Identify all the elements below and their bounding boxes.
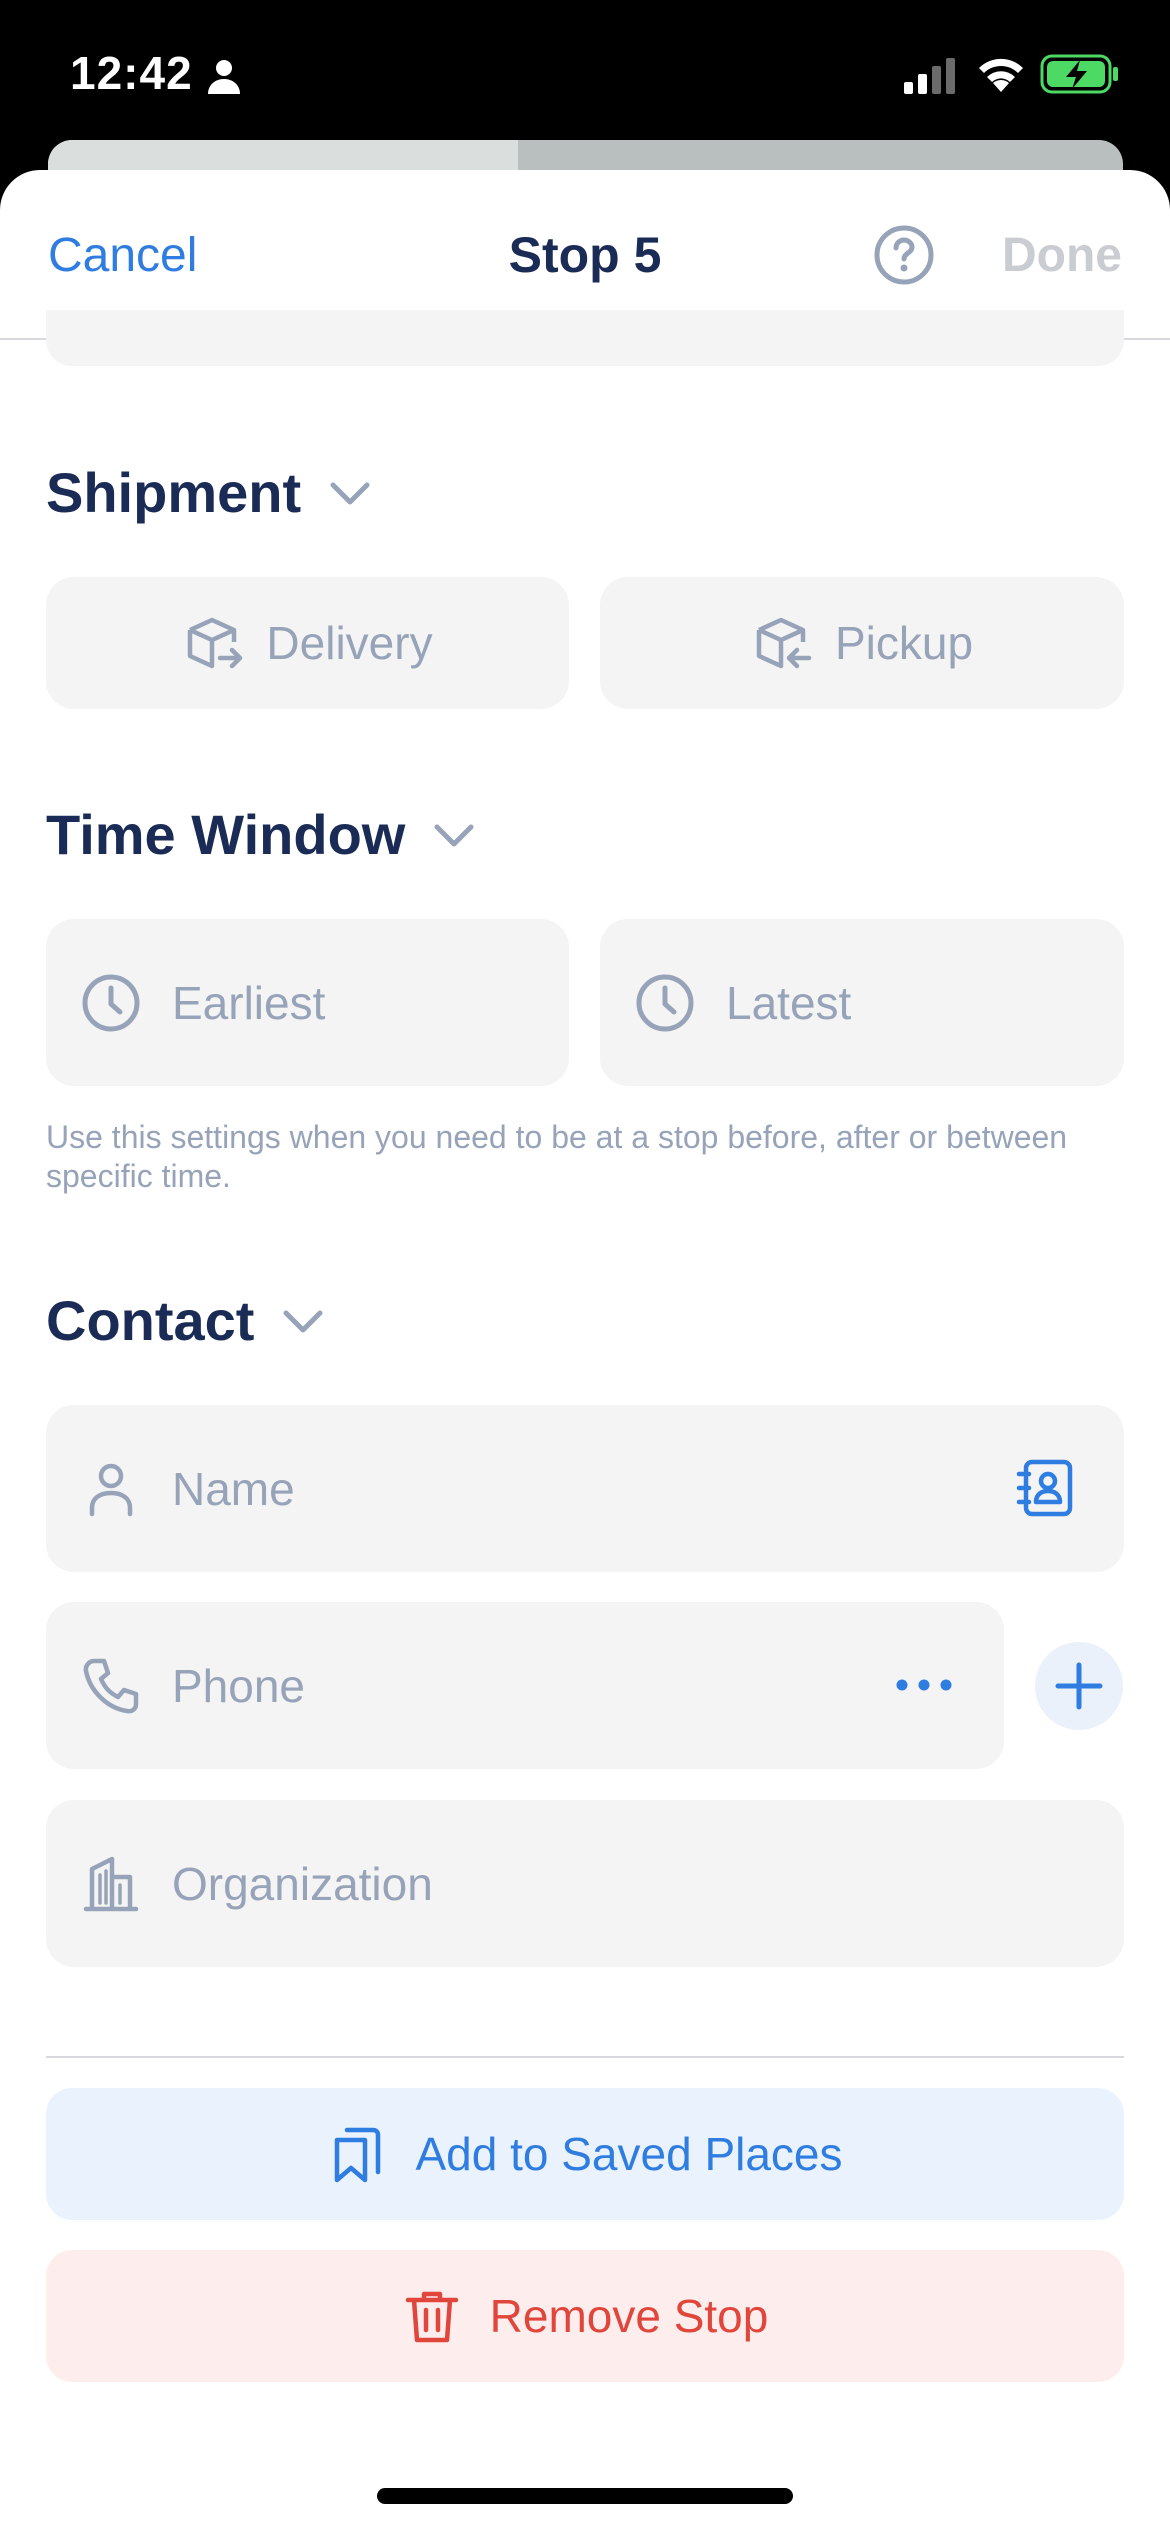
home-indicator (377, 2488, 793, 2504)
contact-name-field[interactable]: Name (46, 1405, 1124, 1572)
trash-icon (405, 2291, 458, 2343)
shipment-section-header[interactable]: Shipment (46, 460, 373, 525)
page-title: Stop 5 (508, 227, 662, 283)
contacts-book-icon[interactable] (1014, 1456, 1078, 1520)
contact-organization-field[interactable]: Organization (46, 1800, 1124, 1967)
pickup-button[interactable]: Pickup (600, 577, 1124, 709)
contact-phone-field[interactable]: Phone (46, 1602, 1004, 1769)
wifi-icon (979, 58, 1023, 92)
done-button[interactable]: Done (1002, 228, 1122, 283)
contact-section-header[interactable]: Contact (46, 1288, 326, 1353)
time-window-title: Time Window (46, 803, 406, 866)
remove-stop-button[interactable]: Remove Stop (46, 2250, 1124, 2382)
divider (46, 2056, 1124, 2058)
cellular-signal-icon (904, 58, 955, 94)
time-window-hint: Use this settings when you need to be at… (46, 1119, 1068, 1194)
add-to-saved-places-button[interactable]: Add to Saved Places (46, 2088, 1124, 2220)
chevron-down-icon (330, 482, 370, 504)
organization-placeholder: Organization (172, 1857, 433, 1910)
building-icon (83, 1856, 139, 1911)
add-phone-button[interactable] (1035, 1642, 1123, 1730)
earliest-time-field[interactable]: Earliest (46, 919, 569, 1086)
shipment-title: Shipment (46, 461, 302, 524)
more-options-icon[interactable] (894, 1675, 954, 1695)
time-window-section-header[interactable]: Time Window (46, 802, 477, 867)
remove-stop-label: Remove Stop (489, 2290, 769, 2342)
person-icon (89, 1463, 133, 1516)
package-delivery-icon (188, 617, 243, 669)
help-icon[interactable] (873, 224, 935, 286)
status-bar: 12:42 (0, 0, 1170, 150)
plus-icon (1055, 1662, 1103, 1710)
earliest-label: Earliest (172, 976, 326, 1029)
chevron-down-icon (434, 824, 474, 846)
stop-edit-sheet: Cancel Stop 5 Done Shipment Delivery Pic… (0, 170, 1170, 2532)
phone-icon (83, 1658, 139, 1713)
person-icon (208, 60, 240, 94)
pickup-label: Pickup (834, 617, 974, 669)
contact-title: Contact (46, 1289, 255, 1352)
previous-field-card (46, 310, 1124, 366)
clock-icon (636, 974, 694, 1031)
chevron-down-icon (283, 1310, 323, 1332)
battery-charging-icon (1040, 54, 1118, 94)
add-to-saved-places-label: Add to Saved Places (415, 2128, 843, 2180)
name-placeholder: Name (172, 1462, 295, 1515)
delivery-label: Delivery (266, 617, 433, 669)
latest-time-field[interactable]: Latest (600, 919, 1124, 1086)
phone-placeholder: Phone (172, 1659, 306, 1712)
delivery-button[interactable]: Delivery (46, 577, 569, 709)
status-time: 12:42 (70, 47, 193, 99)
clock-icon (82, 974, 140, 1031)
package-pickup-icon (756, 617, 812, 669)
latest-label: Latest (726, 976, 852, 1029)
bookmarks-icon (335, 2127, 381, 2183)
